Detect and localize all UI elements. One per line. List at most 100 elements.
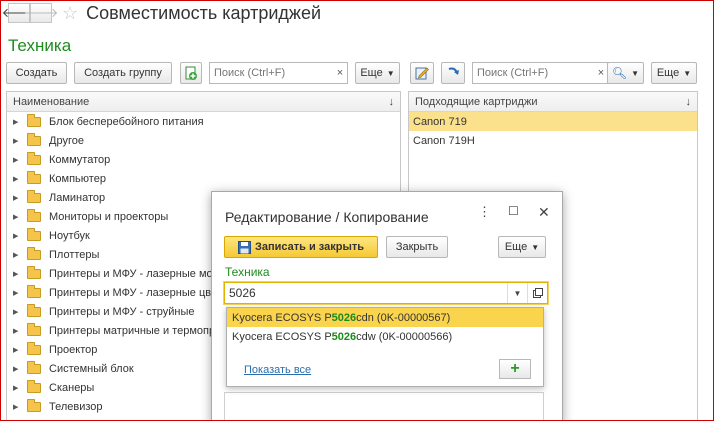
favorite-star-icon[interactable]: ☆ <box>62 3 78 24</box>
cartridge-row[interactable]: Canon 719H <box>409 131 697 150</box>
cartridge-search-clear-icon[interactable]: × <box>594 67 608 79</box>
title-bar: 🡐 🡒 ☆ Совместимость картриджей <box>2 2 321 24</box>
expand-triangle-icon[interactable]: ▶ <box>13 156 27 164</box>
folder-icon <box>27 132 41 146</box>
cartridge-row[interactable]: Canon 719 <box>409 112 697 131</box>
expand-triangle-icon[interactable]: ▶ <box>13 118 27 126</box>
show-all-link[interactable]: Показать все <box>244 364 311 376</box>
suggestion-suffix: cdn (0K-00000567) <box>356 311 451 324</box>
expand-triangle-icon[interactable]: ▶ <box>13 384 27 392</box>
save-icon <box>237 240 251 254</box>
expand-triangle-icon[interactable]: ▶ <box>13 232 27 240</box>
suggestion-suffix: cdw (0K-00000566) <box>356 330 453 343</box>
equipment-input[interactable] <box>225 284 507 302</box>
add-item-button[interactable]: + <box>499 359 531 379</box>
section-title: Техника <box>8 36 72 55</box>
close-button[interactable]: Закрыть <box>386 236 448 258</box>
magnifier-icon: 🔍︎ <box>611 66 628 80</box>
folder-icon <box>27 360 41 374</box>
tree-header-label: Наименование <box>13 95 90 108</box>
create-button[interactable]: Создать <box>6 62 67 84</box>
forward-button[interactable]: 🡒 <box>24 3 58 23</box>
folder-icon <box>27 322 41 336</box>
tree-item-label: Ламинатор <box>49 191 106 204</box>
folder-icon <box>27 113 41 127</box>
chevron-down-icon: ▼ <box>531 242 540 252</box>
search-options-button[interactable]: 🔍︎ ▼ <box>607 62 644 84</box>
suggestion-item[interactable]: Kyocera ECOSYS P 5026 cdn (0K-00000567) <box>227 308 543 327</box>
folder-icon <box>27 398 41 412</box>
expand-triangle-icon[interactable]: ▶ <box>13 365 27 373</box>
tree-more-button[interactable]: Еще ▼ <box>355 62 400 84</box>
expand-triangle-icon[interactable]: ▶ <box>13 346 27 354</box>
tree-item[interactable]: ▶ Коммутатор <box>7 150 400 169</box>
maximize-icon[interactable]: ☐ <box>508 204 519 218</box>
tree-column-header[interactable]: Наименование ↓ <box>7 92 400 112</box>
cartridge-search-input[interactable] <box>473 64 594 82</box>
tree-search-clear-icon[interactable]: × <box>333 67 347 79</box>
tree-item-label: Системный блок <box>49 362 134 375</box>
tree-item[interactable]: ▶ Блок бесперебойного питания <box>7 112 400 131</box>
folder-icon <box>27 189 41 203</box>
copy-button[interactable] <box>180 62 202 84</box>
tree-item[interactable]: ▶ Компьютер <box>7 169 400 188</box>
expand-triangle-icon[interactable]: ▶ <box>13 270 27 278</box>
tree-search-input[interactable] <box>210 64 333 82</box>
sort-arrow-icon[interactable]: ↓ <box>686 96 692 108</box>
expand-triangle-icon[interactable]: ▶ <box>13 175 27 183</box>
tree-item-label: Телевизор <box>49 400 103 413</box>
equipment-field-label: Техника <box>225 265 270 279</box>
create-group-button[interactable]: Создать группу <box>74 62 172 84</box>
tree-item-label: Блок бесперебойного питания <box>49 115 204 128</box>
expand-triangle-icon[interactable]: ▶ <box>13 403 27 411</box>
equipment-combo: ▼ <box>224 282 548 304</box>
suggestion-item[interactable]: Kyocera ECOSYS P 5026 cdw (0K-00000566) <box>227 327 543 346</box>
tree-item-label: Мониторы и проекторы <box>49 210 169 223</box>
folder-icon <box>27 341 41 355</box>
cartridges-column-header[interactable]: Подходящие картриджи ↓ <box>409 92 697 112</box>
expand-triangle-icon[interactable]: ▶ <box>13 213 27 221</box>
refresh-button[interactable] <box>441 62 465 84</box>
expand-triangle-icon[interactable]: ▶ <box>13 308 27 316</box>
cartridge-more-button[interactable]: Еще ▼ <box>651 62 697 84</box>
tree-item-label: Принтеры и МФУ - струйные <box>49 305 195 318</box>
folder-icon <box>27 284 41 298</box>
suggestion-prefix: Kyocera ECOSYS P <box>232 311 332 324</box>
dialog-more-button[interactable]: Еще ▼ <box>498 236 546 258</box>
open-item-icon[interactable] <box>527 283 547 303</box>
suggestion-match: 5026 <box>331 311 357 324</box>
dialog-more-label: Еще <box>504 241 528 253</box>
refresh-icon <box>448 67 459 75</box>
folder-icon <box>27 303 41 317</box>
kebab-menu-icon[interactable]: ⋮ <box>478 204 491 220</box>
suggestions-list: Kyocera ECOSYS P 5026 cdn (0K-00000567) Kyo… <box>227 308 543 346</box>
expand-triangle-icon[interactable]: ▶ <box>13 137 27 145</box>
expand-triangle-icon[interactable]: ▶ <box>13 289 27 297</box>
tree-item-label: Проектор <box>49 343 98 356</box>
folder-icon <box>27 227 41 241</box>
folder-icon <box>27 265 41 279</box>
edit-button[interactable] <box>410 62 434 84</box>
suggestions-dropdown: Kyocera ECOSYS P 5026 cdn (0K-00000567) Kyo… <box>226 307 544 387</box>
suggestion-prefix: Kyocera ECOSYS P <box>232 330 332 343</box>
sort-arrow-icon[interactable]: ↓ <box>389 96 395 108</box>
chevron-down-icon[interactable]: ▼ <box>507 283 527 303</box>
dialog-title: Редактирование / Копирование <box>225 209 429 225</box>
close-icon[interactable]: ✕ <box>538 204 550 221</box>
tree-item-label: Другое <box>49 134 84 147</box>
chevron-down-icon: ▼ <box>386 68 395 78</box>
tree-item-label: Принтеры и МФУ - лазерные мо <box>49 267 213 280</box>
open-item-glyph <box>532 288 543 298</box>
add-document-icon <box>185 66 197 80</box>
suggestion-match: 5026 <box>331 330 357 343</box>
expand-triangle-icon[interactable]: ▶ <box>13 327 27 335</box>
expand-triangle-icon[interactable]: ▶ <box>13 194 27 202</box>
save-and-close-button[interactable]: Записать и закрыть <box>224 236 378 258</box>
forward-arrow-icon: 🡒 <box>23 5 59 20</box>
save-and-close-label: Записать и закрыть <box>254 241 365 253</box>
table-area <box>224 392 544 421</box>
chevron-down-icon: ▼ <box>683 68 692 78</box>
tree-item[interactable]: ▶ Другое <box>7 131 400 150</box>
tree-item-label: Сканеры <box>49 381 95 394</box>
expand-triangle-icon[interactable]: ▶ <box>13 251 27 259</box>
